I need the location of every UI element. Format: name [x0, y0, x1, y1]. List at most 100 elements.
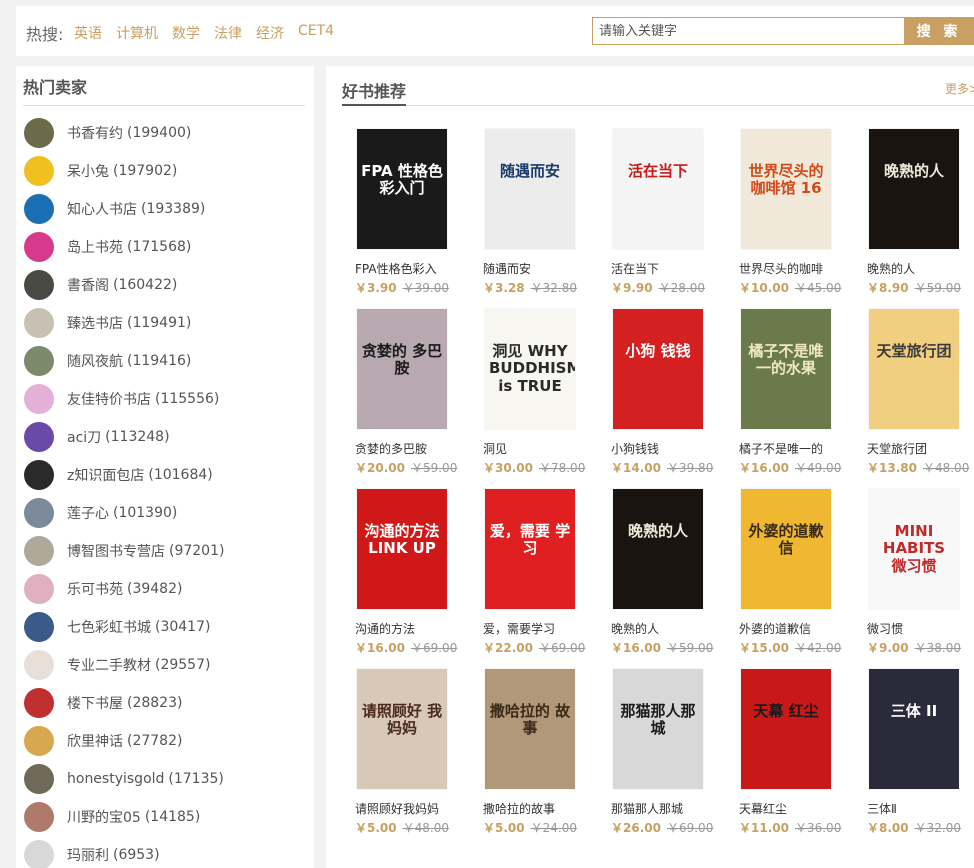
- seller-item[interactable]: 玛丽利 (6953): [24, 836, 306, 868]
- book-card[interactable]: 世界尽头的咖啡馆 16 世界尽头的咖啡 ￥10.00 ￥45.00: [739, 129, 859, 296]
- seller-avatar[interactable]: [24, 156, 54, 186]
- seller-item[interactable]: 友佳特价书店 (115556): [24, 380, 306, 418]
- book-card[interactable]: 撒哈拉的 故事 撒哈拉的故事 ￥5.00 ￥24.00: [483, 669, 603, 836]
- book-cover[interactable]: 三体 II: [869, 669, 959, 789]
- seller-avatar[interactable]: [24, 460, 54, 490]
- book-cover[interactable]: 小狗 钱钱: [613, 309, 703, 429]
- book-card[interactable]: MINI HABITS 微习惯 微习惯 ￥9.00 ￥38.00: [867, 489, 974, 656]
- book-title[interactable]: 晚熟的人: [867, 260, 974, 277]
- seller-avatar[interactable]: [24, 232, 54, 262]
- book-cover[interactable]: 那猫那人那城: [613, 669, 703, 789]
- book-cover[interactable]: 橘子不是唯一的水果: [741, 309, 831, 429]
- book-title[interactable]: 晚熟的人: [611, 620, 731, 637]
- seller-name[interactable]: 知心人书店: [67, 199, 137, 219]
- seller-avatar[interactable]: [24, 764, 54, 794]
- seller-name[interactable]: 書香阁: [67, 275, 109, 295]
- seller-name[interactable]: 欣里神话: [67, 731, 123, 751]
- book-title[interactable]: 小狗钱钱: [611, 440, 731, 457]
- seller-avatar[interactable]: [24, 688, 54, 718]
- seller-item[interactable]: 博智图书专营店 (97201): [24, 532, 306, 570]
- more-link[interactable]: 更多>: [945, 80, 974, 97]
- seller-name[interactable]: 呆小兔: [67, 161, 109, 181]
- seller-name[interactable]: 莲子心: [67, 503, 109, 523]
- book-title[interactable]: 随遇而安: [483, 260, 603, 277]
- seller-item[interactable]: z知识面包店 (101684): [24, 456, 306, 494]
- book-cover[interactable]: 天堂旅行团: [869, 309, 959, 429]
- seller-avatar[interactable]: [24, 346, 54, 376]
- seller-name[interactable]: 友佳特价书店: [67, 389, 151, 409]
- book-card[interactable]: 沟通的方法 LINK UP 沟通的方法 ￥16.00 ￥69.00: [355, 489, 475, 656]
- seller-avatar[interactable]: [24, 270, 54, 300]
- search-button[interactable]: 搜 索: [904, 17, 974, 45]
- book-title[interactable]: 微习惯: [867, 620, 974, 637]
- seller-name[interactable]: 七色彩虹书城: [67, 617, 151, 637]
- book-card[interactable]: 天堂旅行团 天堂旅行团 ￥13.80 ￥48.00: [867, 309, 974, 476]
- hot-tag-math[interactable]: 数学: [172, 23, 200, 43]
- book-card[interactable]: 那猫那人那城 那猫那人那城 ￥26.00 ￥69.00: [611, 669, 731, 836]
- seller-item[interactable]: 臻选书店 (119491): [24, 304, 306, 342]
- seller-avatar[interactable]: [24, 422, 54, 452]
- book-card[interactable]: 小狗 钱钱 小狗钱钱 ￥14.00 ￥39.80: [611, 309, 731, 476]
- seller-item[interactable]: aci刀 (113248): [24, 418, 306, 456]
- book-cover[interactable]: 世界尽头的咖啡馆 16: [741, 129, 831, 249]
- book-card[interactable]: 随遇而安 随遇而安 ￥3.28 ￥32.80: [483, 129, 603, 296]
- seller-name[interactable]: 楼下书屋: [67, 693, 123, 713]
- seller-name[interactable]: honestyisgold: [67, 771, 164, 787]
- seller-item[interactable]: 专业二手教材 (29557): [24, 646, 306, 684]
- seller-name[interactable]: 专业二手教材: [67, 655, 151, 675]
- seller-name[interactable]: 川野的宝05: [67, 807, 141, 827]
- book-title[interactable]: 橘子不是唯一的: [739, 440, 859, 457]
- book-title[interactable]: FPA性格色彩入: [355, 260, 475, 277]
- seller-name[interactable]: aci刀: [67, 427, 101, 447]
- book-card[interactable]: 活在当下 活在当下 ￥9.90 ￥28.00: [611, 129, 731, 296]
- seller-name[interactable]: 博智图书专营店: [67, 541, 165, 561]
- book-title[interactable]: 天幕红尘: [739, 800, 859, 817]
- seller-avatar[interactable]: [24, 536, 54, 566]
- seller-avatar[interactable]: [24, 726, 54, 756]
- seller-item[interactable]: 莲子心 (101390): [24, 494, 306, 532]
- book-card[interactable]: 晚熟的人 晚熟的人 ￥8.90 ￥59.00: [867, 129, 974, 296]
- book-title[interactable]: 天堂旅行团: [867, 440, 974, 457]
- book-title[interactable]: 那猫那人那城: [611, 800, 731, 817]
- seller-item[interactable]: 随风夜航 (119416): [24, 342, 306, 380]
- seller-name[interactable]: 乐可书苑: [67, 579, 123, 599]
- book-title[interactable]: 活在当下: [611, 260, 731, 277]
- seller-item[interactable]: 川野的宝05 (14185): [24, 798, 306, 836]
- seller-item[interactable]: 知心人书店 (193389): [24, 190, 306, 228]
- hot-tag-computer[interactable]: 计算机: [116, 23, 158, 43]
- seller-name[interactable]: 岛上书苑: [67, 237, 123, 257]
- book-cover[interactable]: 撒哈拉的 故事: [485, 669, 575, 789]
- seller-item[interactable]: 岛上书苑 (171568): [24, 228, 306, 266]
- book-title[interactable]: 洞见: [483, 440, 603, 457]
- book-cover[interactable]: 请照顾好 我妈妈: [357, 669, 447, 789]
- search-input[interactable]: [592, 17, 904, 45]
- book-card[interactable]: 洞见 WHY BUDDHISM is TRUE 洞见 ￥30.00 ￥78.00: [483, 309, 603, 476]
- book-card[interactable]: 天幕 红尘 天幕红尘 ￥11.00 ￥36.00: [739, 669, 859, 836]
- book-cover[interactable]: 爱，需要 学习: [485, 489, 575, 609]
- book-cover[interactable]: 天幕 红尘: [741, 669, 831, 789]
- hot-tag-economics[interactable]: 经济: [256, 23, 284, 43]
- book-card[interactable]: 贪婪的 多巴胺 贪婪的多巴胺 ￥20.00 ￥59.00: [355, 309, 475, 476]
- seller-item[interactable]: 楼下书屋 (28823): [24, 684, 306, 722]
- book-cover[interactable]: 晚熟的人: [613, 489, 703, 609]
- seller-avatar[interactable]: [24, 840, 54, 868]
- seller-avatar[interactable]: [24, 118, 54, 148]
- seller-item[interactable]: 呆小兔 (197902): [24, 152, 306, 190]
- seller-name[interactable]: 玛丽利: [67, 845, 109, 865]
- seller-name[interactable]: 臻选书店: [67, 313, 123, 333]
- seller-avatar[interactable]: [24, 802, 54, 832]
- seller-item[interactable]: 書香阁 (160422): [24, 266, 306, 304]
- book-title[interactable]: 沟通的方法: [355, 620, 475, 637]
- book-title[interactable]: 外婆的道歉信: [739, 620, 859, 637]
- seller-name[interactable]: z知识面包店: [67, 465, 144, 485]
- book-title[interactable]: 撒哈拉的故事: [483, 800, 603, 817]
- seller-item[interactable]: 七色彩虹书城 (30417): [24, 608, 306, 646]
- book-title[interactable]: 世界尽头的咖啡: [739, 260, 859, 277]
- book-cover[interactable]: 晚熟的人: [869, 129, 959, 249]
- seller-item[interactable]: 欣里神话 (27782): [24, 722, 306, 760]
- book-cover[interactable]: 洞见 WHY BUDDHISM is TRUE: [485, 309, 575, 429]
- book-cover[interactable]: MINI HABITS 微习惯: [869, 489, 959, 609]
- book-card[interactable]: 晚熟的人 晚熟的人 ￥16.00 ￥59.00: [611, 489, 731, 656]
- seller-name[interactable]: 随风夜航: [67, 351, 123, 371]
- seller-item[interactable]: 书香有约 (199400): [24, 114, 306, 152]
